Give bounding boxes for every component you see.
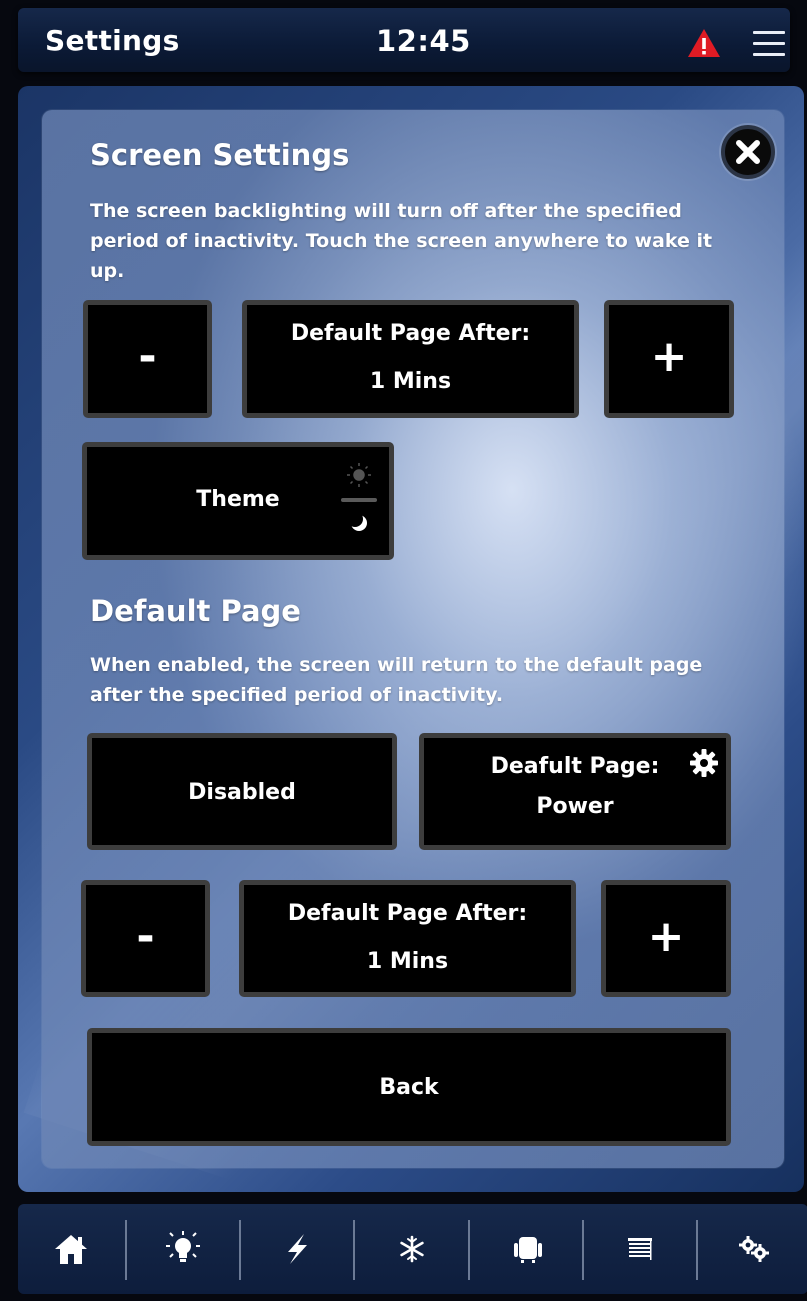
home-icon [55, 1235, 87, 1264]
sun-icon [347, 463, 371, 487]
nav-power[interactable] [242, 1204, 352, 1294]
screen-timeout-decrement-button[interactable]: - [83, 300, 212, 418]
default-page-toggle-label: Disabled [188, 780, 296, 805]
screen-settings-description: The screen backlighting will turn off af… [90, 200, 713, 282]
default-page-heading: Default Page [90, 594, 301, 628]
default-page-value: Power [536, 794, 614, 819]
warning-icon[interactable] [687, 28, 721, 58]
bottom-nav [18, 1204, 807, 1294]
theme-button[interactable]: Theme [82, 442, 394, 560]
nav-blinds[interactable] [585, 1204, 695, 1294]
moon-icon [347, 511, 367, 531]
nav-home[interactable] [16, 1204, 126, 1294]
default-page-timeout-display: Default Page After: 1 Mins [239, 880, 576, 997]
screen-timeout-display: Default Page After: 1 Mins [242, 300, 579, 418]
screen-timeout-label: Default Page After: [290, 321, 531, 346]
hamburger-menu-icon[interactable] [753, 31, 785, 57]
default-page-toggle-button[interactable]: Disabled [87, 733, 397, 850]
nav-lighting[interactable] [128, 1204, 238, 1294]
clock: 12:45 [376, 24, 471, 58]
back-label: Back [379, 1075, 439, 1100]
default-page-description: When enabled, the screen will return to … [90, 654, 703, 706]
settings-gears-icon [739, 1236, 769, 1262]
lightbulb-icon [166, 1231, 200, 1262]
nav-climate[interactable] [357, 1204, 467, 1294]
default-page-timeout-label: Default Page After: [287, 901, 528, 926]
seat-icon [514, 1237, 542, 1263]
default-page-timeout-value: 1 Mins [366, 949, 449, 974]
close-button[interactable] [721, 125, 775, 179]
gear-icon [690, 749, 718, 777]
default-page-select-button[interactable]: Deafult Page: Power [419, 733, 731, 850]
snowflake-icon [400, 1235, 424, 1263]
close-icon [736, 140, 760, 164]
power-bolt-icon [288, 1234, 307, 1264]
default-page-timeout-increment-button[interactable]: + [601, 880, 731, 997]
nav-settings[interactable] [699, 1204, 807, 1294]
screen-settings-heading: Screen Settings [90, 138, 350, 172]
screen-timeout-increment-button[interactable]: + [604, 300, 734, 418]
back-button[interactable]: Back [87, 1028, 731, 1146]
screen-timeout-value: 1 Mins [369, 369, 452, 394]
theme-toggle-icon [339, 461, 379, 541]
app-frame: Settings 12:45 Screen Settings The scree… [0, 0, 807, 1301]
nav-seating[interactable] [473, 1204, 583, 1294]
header-bar: Settings 12:45 [18, 8, 790, 72]
default-page-label: Deafult Page: [490, 754, 660, 779]
page-title: Settings [45, 24, 180, 57]
blinds-icon [628, 1238, 652, 1260]
default-page-timeout-decrement-button[interactable]: - [81, 880, 210, 997]
